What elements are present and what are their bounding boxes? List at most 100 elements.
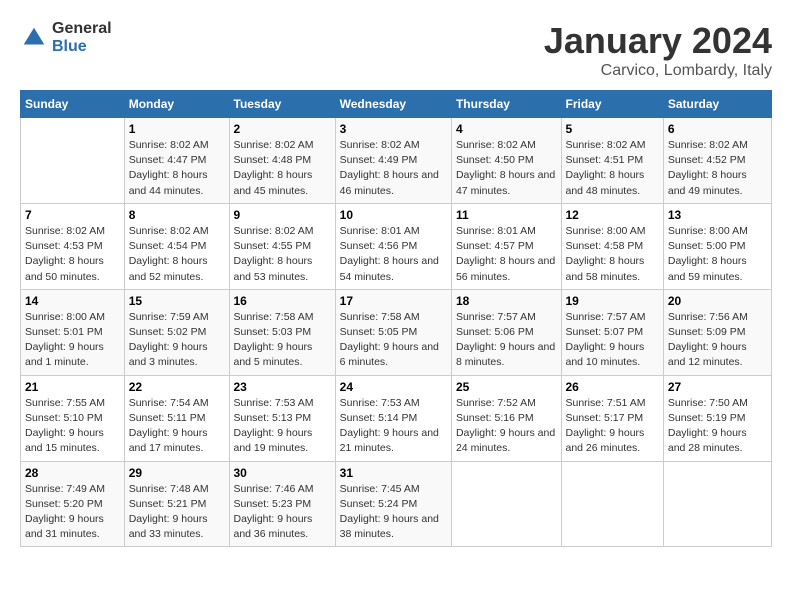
calendar-week-3: 21 Sunrise: 7:55 AMSunset: 5:10 PMDayligh…: [21, 375, 772, 461]
day-number: 30: [234, 466, 331, 480]
logo-blue: Blue: [52, 38, 112, 56]
calendar-cell: [663, 461, 771, 547]
calendar-cell: 28Sunrise: 7:49 AMSunset: 5:20 PMDayligh…: [21, 461, 125, 547]
day-number: 15: [129, 294, 225, 308]
day-info: Sunrise: 7:58 AMSunset: 5:05 PMDaylight:…: [340, 310, 447, 371]
day-number: 19: [566, 294, 659, 308]
main-title: January 2024: [544, 20, 772, 62]
day-number: 18: [456, 294, 557, 308]
calendar-cell: 5Sunrise: 8:02 AMSunset: 4:51 PMDaylight…: [561, 118, 663, 204]
day-info: Sunrise: 7:45 AMSunset: 5:24 PMDaylight:…: [340, 482, 447, 543]
calendar-week-0: 1 Sunrise: 8:02 AMSunset: 4:47 PMDaylight…: [21, 118, 772, 204]
calendar-cell: 13 Sunrise: 8:00 AMSunset: 5:00 PMDayligh…: [663, 203, 771, 289]
day-number: 9: [234, 208, 331, 222]
day-number: 4: [456, 122, 557, 136]
day-info: Sunrise: 7:52 AMSunset: 5:16 PMDaylight:…: [456, 396, 557, 457]
subtitle: Carvico, Lombardy, Italy: [544, 62, 772, 80]
calendar-cell: 9 Sunrise: 8:02 AMSunset: 4:55 PMDaylight…: [229, 203, 335, 289]
calendar-cell: 26 Sunrise: 7:51 AMSunset: 5:17 PMDayligh…: [561, 375, 663, 461]
day-number: 31: [340, 466, 447, 480]
logo-icon: [20, 24, 48, 52]
calendar-week-1: 7 Sunrise: 8:02 AMSunset: 4:53 PMDaylight…: [21, 203, 772, 289]
col-saturday: Saturday: [663, 91, 771, 118]
header-row: Sunday Monday Tuesday Wednesday Thursday…: [21, 91, 772, 118]
day-number: 13: [668, 208, 767, 222]
calendar-cell: 7 Sunrise: 8:02 AMSunset: 4:53 PMDaylight…: [21, 203, 125, 289]
calendar-cell: 8 Sunrise: 8:02 AMSunset: 4:54 PMDaylight…: [124, 203, 229, 289]
header: General Blue January 2024 Carvico, Lomba…: [20, 20, 772, 80]
calendar-cell: 25Sunrise: 7:52 AMSunset: 5:16 PMDayligh…: [451, 375, 561, 461]
calendar-cell: 2 Sunrise: 8:02 AMSunset: 4:48 PMDaylight…: [229, 118, 335, 204]
day-info: Sunrise: 7:48 AMSunset: 5:21 PMDaylight:…: [129, 482, 225, 543]
day-info: Sunrise: 8:00 AMSunset: 4:58 PMDaylight:…: [566, 224, 659, 285]
day-info: Sunrise: 7:58 AMSunset: 5:03 PMDaylight:…: [234, 310, 331, 371]
day-number: 8: [129, 208, 225, 222]
calendar-table: Sunday Monday Tuesday Wednesday Thursday…: [20, 90, 772, 547]
day-info: Sunrise: 8:02 AMSunset: 4:50 PMDaylight:…: [456, 138, 557, 199]
day-number: 27: [668, 380, 767, 394]
logo: General Blue: [20, 20, 112, 55]
calendar-cell: 30 Sunrise: 7:46 AMSunset: 5:23 PMDayligh…: [229, 461, 335, 547]
day-info: Sunrise: 8:01 AMSunset: 4:56 PMDaylight:…: [340, 224, 447, 285]
day-info: Sunrise: 8:02 AMSunset: 4:53 PMDaylight:…: [25, 224, 120, 285]
calendar-cell: [451, 461, 561, 547]
day-info: Sunrise: 7:59 AMSunset: 5:02 PMDaylight:…: [129, 310, 225, 371]
calendar-body: 1 Sunrise: 8:02 AMSunset: 4:47 PMDaylight…: [21, 118, 772, 547]
calendar-cell: 17 Sunrise: 7:58 AMSunset: 5:05 PMDayligh…: [335, 289, 451, 375]
calendar-cell: 12Sunrise: 8:00 AMSunset: 4:58 PMDayligh…: [561, 203, 663, 289]
day-number: 1: [129, 122, 225, 136]
calendar-cell: [561, 461, 663, 547]
day-number: 3: [340, 122, 447, 136]
day-info: Sunrise: 7:51 AMSunset: 5:17 PMDaylight:…: [566, 396, 659, 457]
day-info: Sunrise: 7:57 AMSunset: 5:06 PMDaylight:…: [456, 310, 557, 371]
col-tuesday: Tuesday: [229, 91, 335, 118]
calendar-cell: 18 Sunrise: 7:57 AMSunset: 5:06 PMDayligh…: [451, 289, 561, 375]
day-info: Sunrise: 7:53 AMSunset: 5:14 PMDaylight:…: [340, 396, 447, 457]
day-number: 24: [340, 380, 447, 394]
calendar-cell: 23 Sunrise: 7:53 AMSunset: 5:13 PMDayligh…: [229, 375, 335, 461]
title-area: January 2024 Carvico, Lombardy, Italy: [544, 20, 772, 80]
day-info: Sunrise: 8:02 AMSunset: 4:49 PMDaylight:…: [340, 138, 447, 199]
day-number: 23: [234, 380, 331, 394]
day-number: 6: [668, 122, 767, 136]
calendar-cell: 4 Sunrise: 8:02 AMSunset: 4:50 PMDaylight…: [451, 118, 561, 204]
calendar-cell: 6 Sunrise: 8:02 AMSunset: 4:52 PMDaylight…: [663, 118, 771, 204]
day-number: 14: [25, 294, 120, 308]
day-info: Sunrise: 7:46 AMSunset: 5:23 PMDaylight:…: [234, 482, 331, 543]
day-info: Sunrise: 8:01 AMSunset: 4:57 PMDaylight:…: [456, 224, 557, 285]
day-info: Sunrise: 8:02 AMSunset: 4:54 PMDaylight:…: [129, 224, 225, 285]
day-number: 26: [566, 380, 659, 394]
day-info: Sunrise: 8:02 AMSunset: 4:48 PMDaylight:…: [234, 138, 331, 199]
day-info: Sunrise: 8:00 AMSunset: 5:00 PMDaylight:…: [668, 224, 767, 285]
day-info: Sunrise: 8:00 AMSunset: 5:01 PMDaylight:…: [25, 310, 120, 371]
calendar-cell: 19Sunrise: 7:57 AMSunset: 5:07 PMDayligh…: [561, 289, 663, 375]
calendar-header: Sunday Monday Tuesday Wednesday Thursday…: [21, 91, 772, 118]
day-number: 16: [234, 294, 331, 308]
calendar-cell: 31 Sunrise: 7:45 AMSunset: 5:24 PMDayligh…: [335, 461, 451, 547]
day-number: 17: [340, 294, 447, 308]
day-info: Sunrise: 7:53 AMSunset: 5:13 PMDaylight:…: [234, 396, 331, 457]
calendar-cell: 11Sunrise: 8:01 AMSunset: 4:57 PMDayligh…: [451, 203, 561, 289]
day-number: 7: [25, 208, 120, 222]
calendar-cell: 29 Sunrise: 7:48 AMSunset: 5:21 PMDayligh…: [124, 461, 229, 547]
day-number: 2: [234, 122, 331, 136]
logo-general: General: [52, 20, 112, 38]
day-info: Sunrise: 8:02 AMSunset: 4:47 PMDaylight:…: [129, 138, 225, 199]
day-number: 22: [129, 380, 225, 394]
calendar-cell: 14 Sunrise: 8:00 AMSunset: 5:01 PMDayligh…: [21, 289, 125, 375]
day-info: Sunrise: 7:54 AMSunset: 5:11 PMDaylight:…: [129, 396, 225, 457]
day-number: 21: [25, 380, 120, 394]
col-thursday: Thursday: [451, 91, 561, 118]
day-info: Sunrise: 8:02 AMSunset: 4:55 PMDaylight:…: [234, 224, 331, 285]
day-info: Sunrise: 7:56 AMSunset: 5:09 PMDaylight:…: [668, 310, 767, 371]
day-info: Sunrise: 8:02 AMSunset: 4:52 PMDaylight:…: [668, 138, 767, 199]
calendar-cell: [21, 118, 125, 204]
day-number: 10: [340, 208, 447, 222]
day-info: Sunrise: 8:02 AMSunset: 4:51 PMDaylight:…: [566, 138, 659, 199]
calendar-cell: 3 Sunrise: 8:02 AMSunset: 4:49 PMDaylight…: [335, 118, 451, 204]
calendar-cell: 1 Sunrise: 8:02 AMSunset: 4:47 PMDaylight…: [124, 118, 229, 204]
day-number: 29: [129, 466, 225, 480]
calendar-cell: 16 Sunrise: 7:58 AMSunset: 5:03 PMDayligh…: [229, 289, 335, 375]
calendar-cell: 24 Sunrise: 7:53 AMSunset: 5:14 PMDayligh…: [335, 375, 451, 461]
day-info: Sunrise: 7:55 AMSunset: 5:10 PMDaylight:…: [25, 396, 120, 457]
